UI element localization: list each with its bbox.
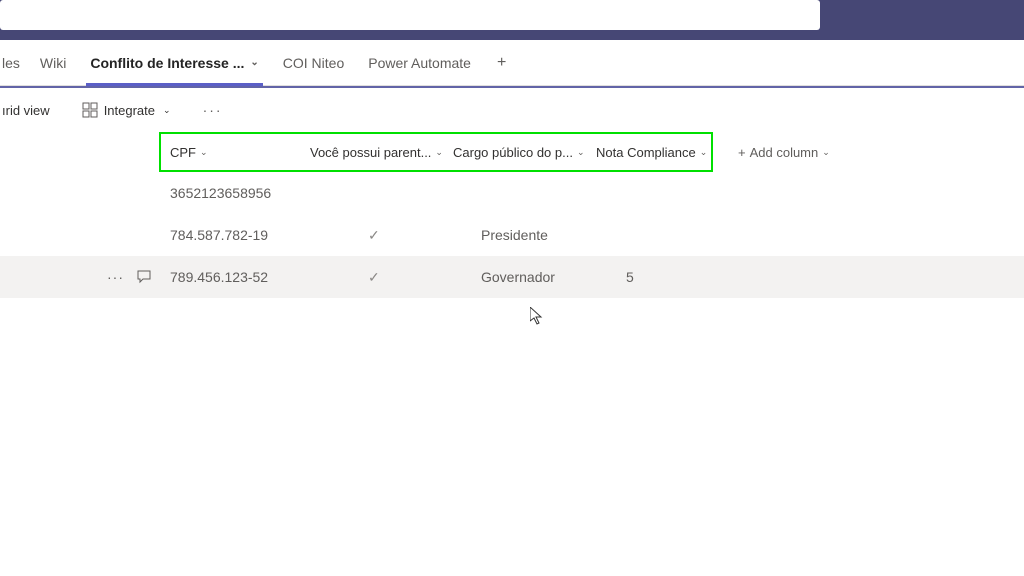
cell-nota: 5 — [596, 269, 718, 285]
cell-parentesco: ✓ — [310, 227, 453, 244]
top-bar — [0, 0, 1024, 40]
toolbar: ırid view Integrate ⌄ ··· — [0, 88, 1024, 132]
integrate-button[interactable]: Integrate ⌄ — [74, 102, 179, 118]
tab-label: les — [2, 55, 20, 71]
tab-label: Wiki — [40, 55, 66, 71]
tab-label: Power Automate — [368, 55, 471, 71]
search-input[interactable] — [0, 0, 820, 30]
check-icon: ✓ — [368, 227, 380, 244]
cursor-icon — [530, 307, 546, 332]
table-area: CPF ⌄ Você possui parent... ⌄ Cargo públ… — [0, 132, 1024, 298]
column-header-parentesco[interactable]: Você possui parent... ⌄ — [310, 145, 453, 160]
check-icon: ✓ — [368, 269, 380, 286]
cell-cpf: 789.456.123-52 — [170, 269, 310, 285]
cell-parentesco: ✓ — [310, 269, 453, 286]
cell-cpf: 784.587.782-19 — [170, 227, 310, 243]
comment-icon — [136, 268, 152, 284]
chevron-down-icon: ⌄ — [822, 147, 830, 158]
add-column-button[interactable]: + Add column ⌄ — [718, 145, 830, 160]
cell-cpf: 3652123658956 — [170, 185, 310, 201]
grid-view-button[interactable]: ırid view — [0, 103, 58, 118]
column-label: Cargo público do p... — [453, 145, 573, 160]
tab-power-automate[interactable]: Power Automate — [356, 40, 483, 86]
add-tab-button[interactable]: + — [483, 54, 520, 72]
plus-icon: + — [738, 145, 746, 160]
toolbar-label: ırid view — [2, 103, 50, 118]
chevron-down-icon: ⌄ — [435, 147, 443, 158]
tab-wiki[interactable]: Wiki — [28, 40, 78, 86]
chevron-down-icon: ⌄ — [700, 147, 708, 158]
tab-label: COI Niteo — [283, 55, 344, 71]
chevron-down-icon: ⌄ — [577, 147, 585, 158]
add-column-label: Add column — [750, 145, 819, 160]
toolbar-label: Integrate — [104, 103, 155, 118]
column-header-nota[interactable]: Nota Compliance ⌄ — [596, 145, 718, 160]
tabs-row: les Wiki Conflito de Interesse ... ⌄ COI… — [0, 40, 1024, 86]
tab-label: Conflito de Interesse ... — [90, 55, 244, 71]
comment-button[interactable] — [136, 268, 152, 287]
column-label: Você possui parent... — [310, 145, 431, 160]
cell-cargo: Presidente — [453, 227, 596, 243]
column-label: Nota Compliance — [596, 145, 696, 160]
integrate-icon — [82, 102, 98, 118]
row-actions: ··· — [0, 268, 170, 287]
row-more-button[interactable]: ··· — [107, 269, 124, 285]
cell-cargo: Governador — [453, 269, 596, 285]
column-header-cargo[interactable]: Cargo público do p... ⌄ — [453, 145, 596, 160]
column-header-cpf[interactable]: CPF ⌄ — [170, 145, 310, 160]
tab-files-partial[interactable]: les — [0, 40, 28, 86]
tab-conflito-active[interactable]: Conflito de Interesse ... ⌄ — [78, 40, 270, 86]
table-row[interactable]: 3652123658956 — [0, 172, 1024, 214]
table-header-row: CPF ⌄ Você possui parent... ⌄ Cargo públ… — [0, 132, 1024, 172]
chevron-down-icon: ⌄ — [163, 105, 171, 116]
table-row[interactable]: ··· 789.456.123-52 ✓ Governador 5 — [0, 256, 1024, 298]
more-actions-button[interactable]: ··· — [195, 102, 231, 118]
chevron-down-icon: ⌄ — [200, 147, 208, 158]
table-row[interactable]: 784.587.782-19 ✓ Presidente — [0, 214, 1024, 256]
tab-coi-niteo[interactable]: COI Niteo — [271, 40, 356, 86]
chevron-down-icon: ⌄ — [250, 57, 258, 68]
column-label: CPF — [170, 145, 196, 160]
